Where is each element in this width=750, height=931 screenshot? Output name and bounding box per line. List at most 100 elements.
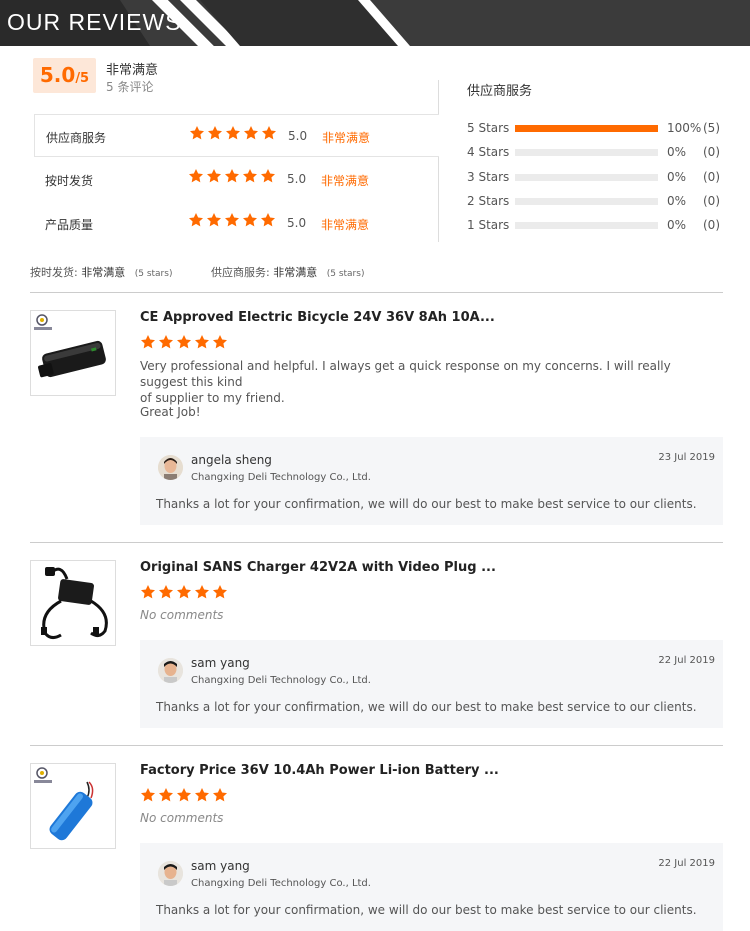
seller-reply: angela sheng Changxing Deli Technology C…: [140, 437, 723, 525]
rating-satisfaction: 非常满意: [321, 218, 370, 232]
product-thumbnail[interactable]: [30, 763, 116, 849]
breakdown-count: (0): [703, 194, 720, 208]
rating-score: 5.0: [287, 216, 307, 230]
breakdown-label: 2 Stars: [467, 194, 510, 208]
breakdown-row: 5 Stars 100% (5): [467, 121, 727, 135]
product-thumbnail[interactable]: [30, 310, 116, 396]
review-text-extra: Great Job!: [140, 405, 201, 419]
star-rating: [188, 168, 276, 184]
reply-text: Thanks a lot for your confirmation, we w…: [156, 700, 697, 714]
breakdown-count: (0): [703, 145, 720, 159]
sub-rating-label: 供应商服务:: [211, 266, 270, 279]
sub-rating-delivery: 按时发货: 非常满意 (5 stars): [30, 264, 172, 280]
breakdown-bar: [515, 198, 658, 205]
review-star-rating: [140, 787, 228, 803]
product-thumbnail[interactable]: [30, 560, 116, 646]
reply-company: Changxing Deli Technology Co., Ltd.: [191, 878, 371, 889]
star-icon: [225, 125, 241, 141]
star-icon: [194, 787, 210, 803]
star-icon: [140, 584, 156, 600]
star-icon: [212, 787, 228, 803]
star-icon: [242, 168, 258, 184]
rating-satisfaction: 非常满意: [322, 131, 371, 145]
breakdown-bar-fill: [515, 125, 658, 132]
star-icon: [188, 168, 204, 184]
breakdown-bar: [515, 174, 658, 181]
rating-score: 5.0: [288, 129, 308, 143]
reply-author: angela sheng: [191, 453, 272, 467]
reply-date: 22 Jul 2019: [658, 858, 715, 869]
person-avatar-icon: [158, 455, 183, 480]
rating-label: 供应商服务: [46, 131, 107, 145]
battery-pack-image: [34, 314, 106, 378]
breakdown-row: 3 Stars 0% (0): [467, 170, 727, 184]
sub-rating-label: 按时发货:: [30, 266, 78, 279]
breakdown-percent: 0%: [667, 194, 687, 208]
section-divider: [30, 292, 723, 293]
avatar: [158, 455, 183, 480]
star-icon: [206, 168, 222, 184]
star-icon: [188, 212, 204, 228]
rating-row-on-time-delivery[interactable]: 按时发货 5.0 非常满意: [34, 158, 439, 201]
review-star-rating: [140, 584, 228, 600]
star-icon: [207, 125, 223, 141]
product-title-link[interactable]: Original SANS Charger 42V2A with Video P…: [140, 560, 496, 575]
rating-row-supplier-service[interactable]: 供应商服务 5.0 非常满意: [34, 114, 439, 157]
breakdown-bar: [515, 149, 658, 156]
seller-reply: sam yang Changxing Deli Technology Co., …: [140, 640, 723, 728]
review-text: Very professional and helpful. I always …: [140, 358, 700, 406]
breakdown-label: 4 Stars: [467, 145, 510, 159]
review-text-line: Very professional and helpful. I always …: [140, 359, 671, 389]
star-icon: [158, 334, 174, 350]
no-comment-text: No comments: [140, 608, 224, 622]
rating-label: 按时发货: [45, 174, 94, 188]
star-icon: [224, 168, 240, 184]
star-rating: [188, 212, 276, 228]
person-avatar-icon: [158, 658, 183, 683]
breakdown-row: 4 Stars 0% (0): [467, 145, 727, 159]
breakdown-count: (0): [703, 170, 720, 184]
breakdown-count: (0): [703, 218, 720, 232]
star-icon: [194, 584, 210, 600]
star-icon: [189, 125, 205, 141]
person-avatar-icon: [158, 861, 183, 886]
reply-author: sam yang: [191, 656, 250, 670]
divider-vertical: [438, 80, 439, 114]
breakdown-title: 供应商服务: [467, 84, 533, 99]
sub-rating-service: 供应商服务: 非常满意 (5 stars): [211, 264, 364, 280]
star-icon: [260, 168, 276, 184]
section-divider: [30, 542, 723, 543]
reply-date: 22 Jul 2019: [658, 655, 715, 666]
star-icon: [176, 787, 192, 803]
star-icon: [194, 334, 210, 350]
breakdown-percent: 0%: [667, 218, 687, 232]
breakdown-count: (5): [703, 121, 720, 135]
product-title-link[interactable]: Factory Price 36V 10.4Ah Power Li-ion Ba…: [140, 763, 499, 778]
reply-author: sam yang: [191, 859, 250, 873]
breakdown-label: 1 Stars: [467, 218, 510, 232]
star-icon: [260, 212, 276, 228]
rating-row-product-quality[interactable]: 产品质量 5.0 非常满意: [34, 202, 439, 245]
breakdown-percent: 0%: [667, 170, 687, 184]
sub-rating-count: (5 stars): [134, 269, 173, 279]
blue-battery-image: [34, 767, 94, 841]
review-star-rating: [140, 334, 228, 350]
star-icon: [140, 334, 156, 350]
product-title-link[interactable]: CE Approved Electric Bicycle 24V 36V 8Ah…: [140, 310, 495, 325]
sub-rating-value: 非常满意: [273, 266, 318, 279]
seller-reply: sam yang Changxing Deli Technology Co., …: [140, 843, 723, 931]
star-icon: [212, 584, 228, 600]
rating-satisfaction: 非常满意: [321, 174, 370, 188]
review-count: 5 条评论: [106, 80, 154, 94]
breakdown-bar: [515, 125, 658, 132]
no-comment-text: No comments: [140, 811, 224, 825]
star-icon: [243, 125, 259, 141]
star-icon: [242, 212, 258, 228]
star-icon: [176, 584, 192, 600]
reply-company: Changxing Deli Technology Co., Ltd.: [191, 675, 371, 686]
star-icon: [158, 787, 174, 803]
breakdown-label: 5 Stars: [467, 121, 510, 135]
breakdown-row: 1 Stars 0% (0): [467, 218, 727, 232]
overall-satisfaction: 非常满意: [106, 63, 159, 78]
star-icon: [158, 584, 174, 600]
